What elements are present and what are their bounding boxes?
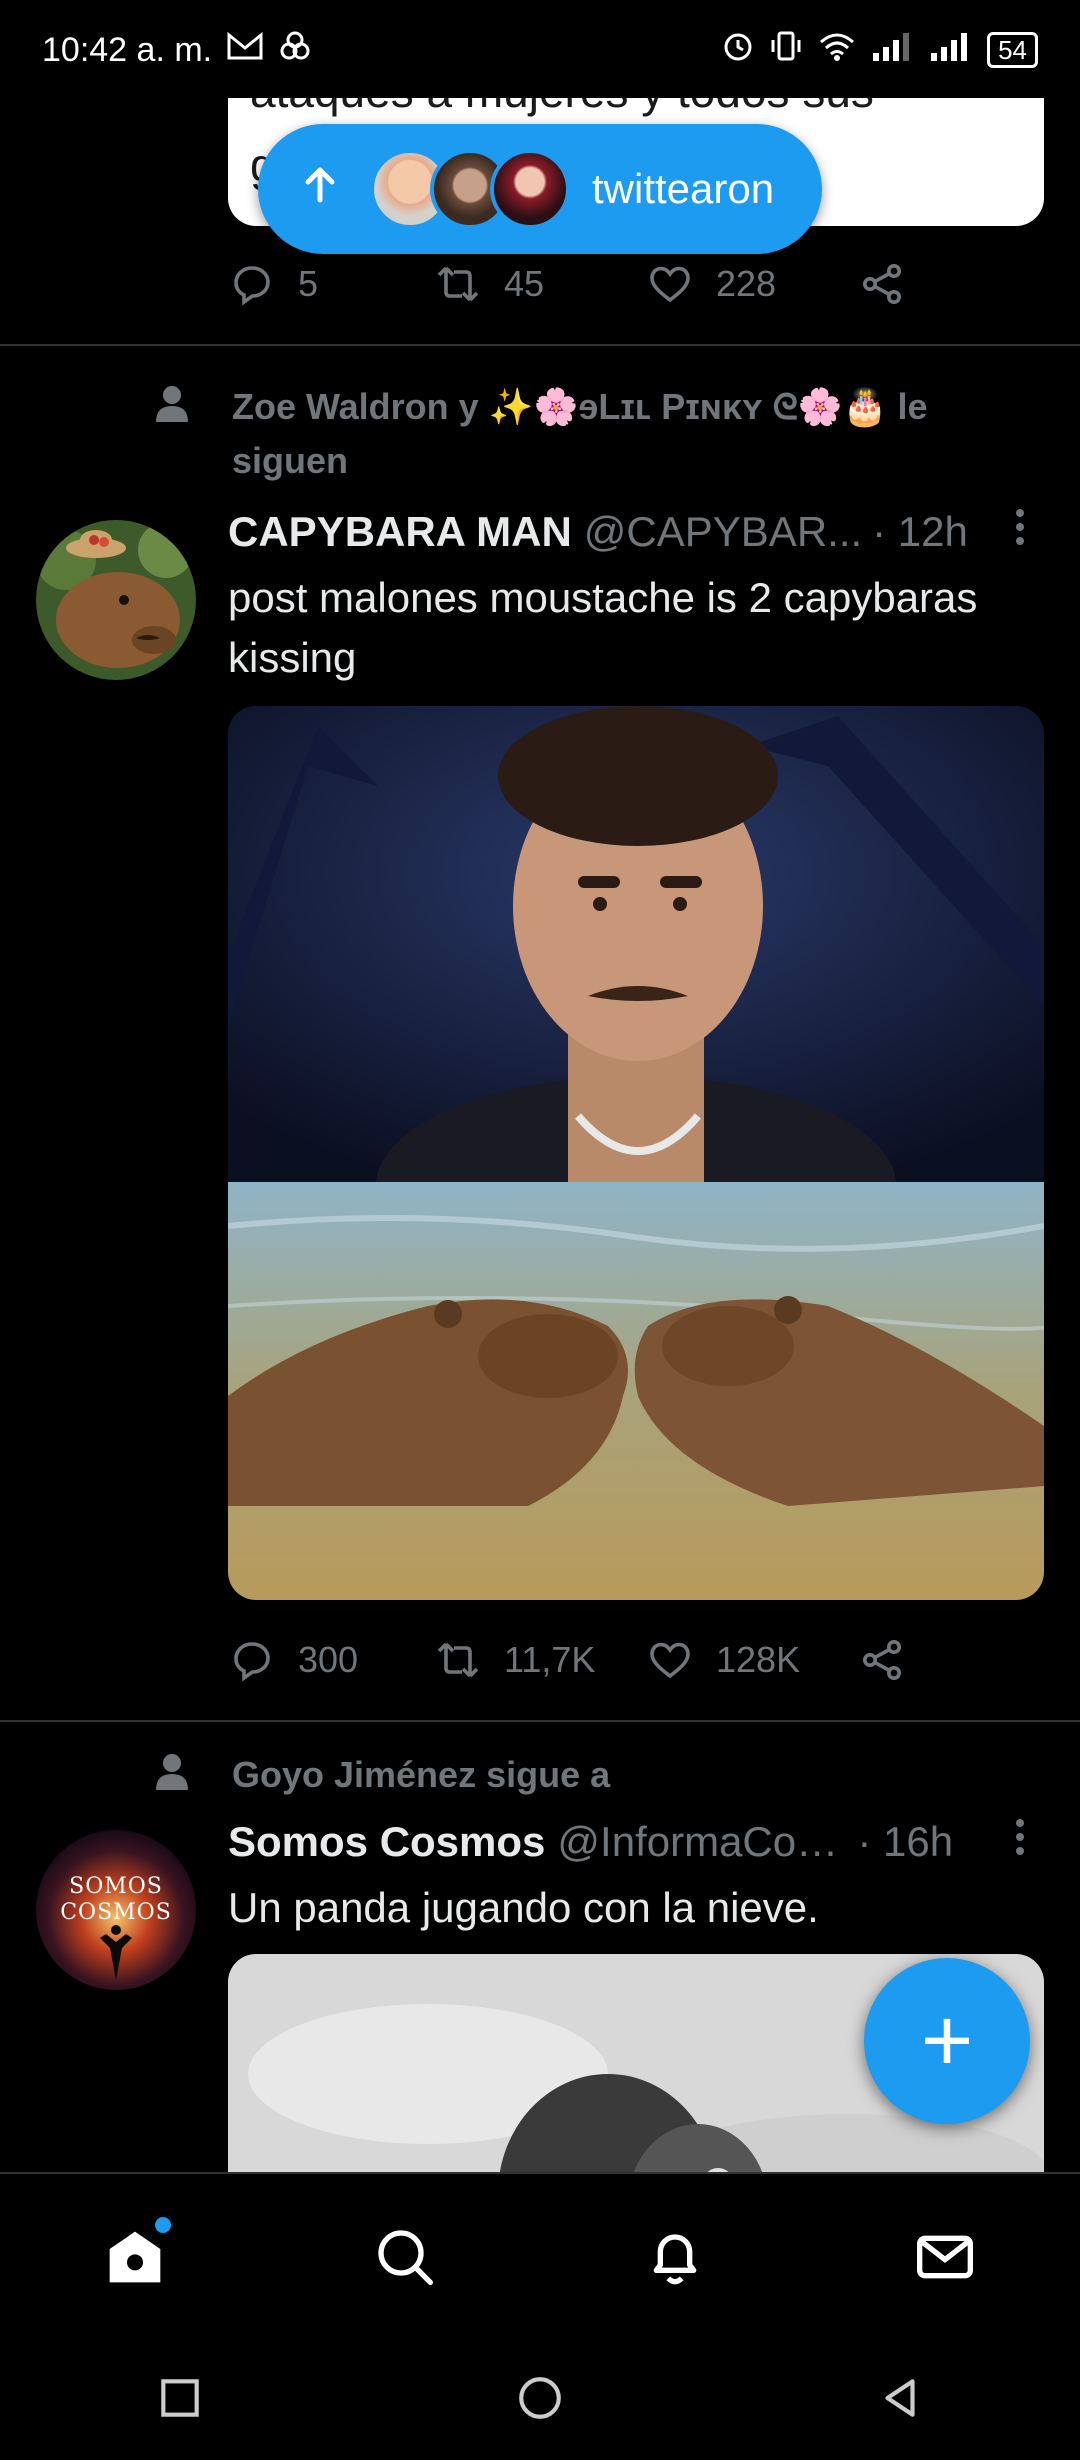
alarm-icon xyxy=(721,29,755,72)
circle-icon xyxy=(519,2376,561,2419)
nav-home[interactable] xyxy=(85,2207,185,2307)
nav-search[interactable] xyxy=(355,2207,455,2307)
avatar-text: SOMOS xyxy=(69,1874,163,1899)
divider xyxy=(0,344,1080,346)
tweet-timestamp: · 12h xyxy=(872,508,968,555)
reply-icon xyxy=(234,266,270,306)
new-tweets-label: twittearon xyxy=(592,165,775,212)
share-icon xyxy=(863,264,901,304)
battery-indicator: 54 xyxy=(987,32,1038,68)
social-context-text: Zoe Waldron y ✨🌸ɘLɪʟ Pɪɴᴋʏ ᘓ🌸🎂 le siguen xyxy=(232,386,928,481)
more-options-icon[interactable] xyxy=(1012,505,1028,559)
heart-icon xyxy=(650,266,690,303)
signal-icon-2 xyxy=(929,31,973,70)
compose-tweet-button[interactable]: + xyxy=(864,1958,1030,2124)
retweet-count: 11,7K xyxy=(504,1639,596,1680)
social-context[interactable]: Goyo Jiménez sigue a xyxy=(154,1748,972,1802)
reply-count: 300 xyxy=(298,1639,359,1680)
retweet-icon xyxy=(437,266,479,302)
status-bar: 10:42 a. m. 54 xyxy=(0,0,1080,100)
triangle-back-icon xyxy=(885,2378,915,2417)
system-nav-bar xyxy=(0,2340,1080,2460)
reply-count: 5 xyxy=(298,263,319,304)
tweet-actions: 300 11,7K 128K xyxy=(228,1636,906,1684)
person-icon xyxy=(154,384,194,488)
retweet-button[interactable]: 11,7K xyxy=(434,1636,646,1684)
search-icon xyxy=(378,2230,433,2285)
status-time: 10:42 a. m. xyxy=(42,30,213,69)
like-button[interactable]: 228 xyxy=(646,260,858,308)
avatar[interactable]: SOMOS COSMOS xyxy=(36,1830,196,1990)
retweet-count: 45 xyxy=(504,263,545,304)
new-tweets-pill[interactable]: twittearon xyxy=(258,124,822,254)
arrow-up-icon xyxy=(302,164,338,214)
tweet-header: Somos Cosmos @InformaCos... · 16h xyxy=(228,1818,1028,1866)
more-options-icon[interactable] xyxy=(1012,1815,1028,1869)
tweet-text: Un panda jugando con la nieve. xyxy=(228,1884,819,1931)
author-handle[interactable]: @InformaCos... xyxy=(557,1818,847,1866)
avatar-text: COSMOS xyxy=(60,1900,172,1925)
share-button[interactable] xyxy=(858,1636,906,1684)
author-name[interactable]: Somos Cosmos xyxy=(228,1818,545,1866)
divider xyxy=(0,1720,1080,1722)
tweet-media[interactable] xyxy=(228,706,1044,1600)
mail-icon xyxy=(917,2235,973,2279)
bell-icon xyxy=(653,2234,697,2285)
back-button[interactable] xyxy=(875,2373,925,2428)
social-context-text: Goyo Jiménez sigue a xyxy=(232,1754,611,1795)
avatar xyxy=(490,149,570,229)
author-handle[interactable]: @CAPYBAR... xyxy=(584,508,862,556)
tweet-actions: 5 45 228 xyxy=(228,260,906,308)
tweet-timestamp: · 16h xyxy=(857,1818,954,1865)
nav-notifications[interactable] xyxy=(625,2207,725,2307)
retweet-button[interactable]: 45 xyxy=(434,260,646,308)
heart-icon xyxy=(650,1642,690,1679)
reply-button[interactable]: 300 xyxy=(228,1636,434,1684)
social-context[interactable]: Zoe Waldron y ✨🌸ɘLɪʟ Pɪɴᴋʏ ᘓ🌸🎂 le siguen xyxy=(154,380,972,488)
quoted-tweet-text: ataques a mujeres y todos sus xyxy=(250,98,874,118)
person-icon xyxy=(154,1752,194,1802)
share-button[interactable] xyxy=(858,260,906,308)
wifi-icon xyxy=(817,30,857,71)
avatar[interactable] xyxy=(36,520,196,680)
bottom-nav xyxy=(0,2172,1080,2340)
home-icon xyxy=(109,2231,161,2283)
pinwheel-icon xyxy=(278,29,312,72)
recents-button[interactable] xyxy=(155,2373,205,2428)
vibrate-icon xyxy=(769,29,803,72)
notification-dot xyxy=(155,2217,171,2233)
plus-icon: + xyxy=(920,1990,974,2091)
tweet-text: post malones moustache is 2 capybaras ki… xyxy=(228,574,978,681)
like-count: 228 xyxy=(716,263,777,304)
pill-avatars xyxy=(370,149,570,229)
reply-icon xyxy=(234,1642,270,1682)
square-icon xyxy=(161,2378,199,2417)
tweet-header: CAPYBARA MAN @CAPYBAR... · 12h xyxy=(228,508,1028,556)
retweet-icon xyxy=(437,1642,479,1678)
reply-button[interactable]: 5 xyxy=(228,260,434,308)
home-system-button[interactable] xyxy=(515,2373,565,2428)
gmail-icon xyxy=(226,31,264,70)
nav-messages[interactable] xyxy=(895,2207,995,2307)
like-button[interactable]: 128K xyxy=(646,1636,858,1684)
author-name[interactable]: CAPYBARA MAN xyxy=(228,508,572,556)
share-icon xyxy=(863,1640,901,1680)
like-count: 128K xyxy=(716,1639,801,1680)
signal-icon xyxy=(871,31,915,70)
